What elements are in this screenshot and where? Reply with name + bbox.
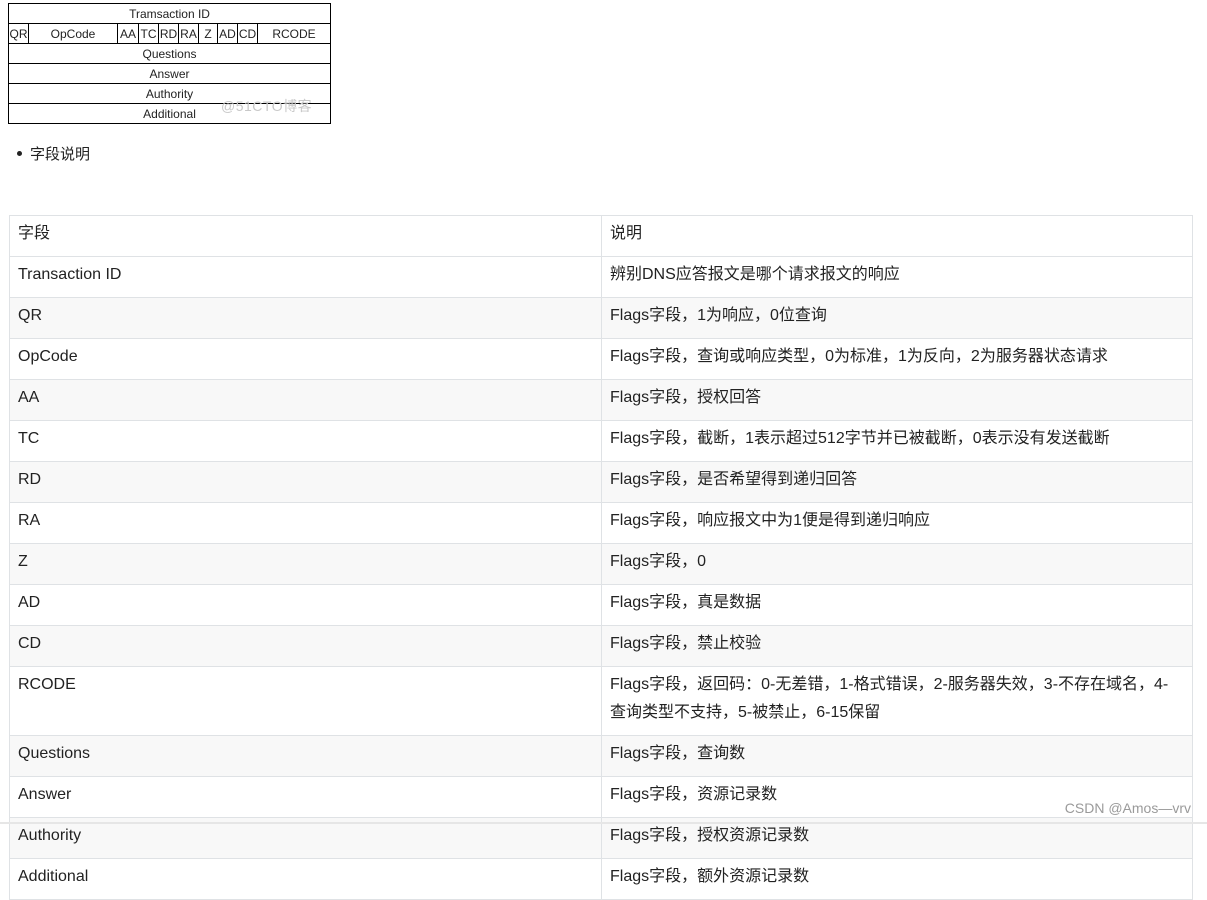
table-row: Z Flags字段，0 <box>9 543 1193 585</box>
footer-watermark: CSDN @Amos—vrv <box>1064 800 1191 816</box>
table-cell-field: AD <box>9 584 602 626</box>
table-header-desc: 说明 <box>601 215 1193 257</box>
table-cell-desc: Flags字段，真是数据 <box>601 584 1193 626</box>
table-cell-field: Questions <box>9 735 602 777</box>
table-cell-field: RD <box>9 461 602 503</box>
bullet-dot-icon <box>17 150 22 156</box>
table-cell-field: RA <box>9 502 602 544</box>
table-row: Additional Flags字段，额外资源记录数 <box>9 858 1193 900</box>
table-cell-field: CD <box>9 625 602 667</box>
table-cell-field: RCODE <box>9 666 602 736</box>
diagram-flag-rd: RD <box>158 23 179 44</box>
diagram-transaction-id: Tramsaction ID <box>7 3 332 24</box>
table-row: TC Flags字段，截断，1表示超过512字节并已被截断，0表示没有发送截断 <box>9 420 1193 462</box>
table-row: AD Flags字段，真是数据 <box>9 584 1193 626</box>
diagram-questions: Questions <box>7 43 332 64</box>
table-cell-desc: Flags字段，查询或响应类型，0为标准，1为反向，2为服务器状态请求 <box>601 338 1193 380</box>
table-row: RA Flags字段，响应报文中为1便是得到递归响应 <box>9 502 1193 544</box>
table-row: RCODE Flags字段，返回码：0-无差错，1-格式错误，2-服务器失效，3… <box>9 666 1193 736</box>
table-row: Answer Flags字段，资源记录数 <box>9 776 1193 818</box>
table-cell-desc: Flags字段，返回码：0-无差错，1-格式错误，2-服务器失效，3-不存在域名… <box>601 666 1193 736</box>
table-header-row: 字段 说明 <box>9 215 1193 257</box>
diagram-flag-ad: AD <box>217 23 238 44</box>
diagram-flag-ra: RA <box>178 23 199 44</box>
table-row: AA Flags字段，授权回答 <box>9 379 1193 421</box>
table-cell-field: Transaction ID <box>9 256 602 298</box>
diagram-flag-opcode: OpCode <box>28 23 118 44</box>
table-cell-desc: Flags字段，1为响应，0位查询 <box>601 297 1193 339</box>
table-row: Transaction ID 辨别DNS应答报文是哪个请求报文的响应 <box>9 256 1193 298</box>
table-cell-field: AA <box>9 379 602 421</box>
table-cell-field: Z <box>9 543 602 585</box>
table-row: Questions Flags字段，查询数 <box>9 735 1193 777</box>
table-cell-desc: Flags字段，额外资源记录数 <box>601 858 1193 900</box>
table-row: CD Flags字段，禁止校验 <box>9 625 1193 667</box>
table-cell-desc: 辨别DNS应答报文是哪个请求报文的响应 <box>601 256 1193 298</box>
table-cell-field: Answer <box>9 776 602 818</box>
diagram-flags-row: QR OpCode AA TC RD RA Z AD CD RCODE <box>8 23 332 44</box>
diagram-flag-tc: TC <box>138 23 159 44</box>
table-cell-desc: Flags字段，查询数 <box>601 735 1193 777</box>
table-cell-desc: Flags字段，禁止校验 <box>601 625 1193 667</box>
table-cell-field: TC <box>9 420 602 462</box>
table-cell-field: OpCode <box>9 338 602 380</box>
diagram-flag-z: Z <box>198 23 218 44</box>
table-row: RD Flags字段，是否希望得到递归回答 <box>9 461 1193 503</box>
field-description-table: 字段 说明 Transaction ID 辨别DNS应答报文是哪个请求报文的响应… <box>9 215 1193 900</box>
table-cell-desc: Flags字段，授权回答 <box>601 379 1193 421</box>
diagram-answer: Answer <box>7 63 332 84</box>
table-header-field: 字段 <box>9 215 602 257</box>
diagram-watermark: @51CTO博客 <box>221 98 313 114</box>
table-cell-desc: Flags字段，是否希望得到递归回答 <box>601 461 1193 503</box>
diagram-flag-qr: QR <box>8 23 29 44</box>
diagram-flag-rcode: RCODE <box>256 23 332 44</box>
table-cell-desc: Flags字段，响应报文中为1便是得到递归响应 <box>601 502 1193 544</box>
diagram-flag-aa: AA <box>117 23 139 44</box>
section-bullet: 字段说明 <box>17 143 90 164</box>
table-cell-desc: Flags字段，截断，1表示超过512字节并已被截断，0表示没有发送截断 <box>601 420 1193 462</box>
table-row: QR Flags字段，1为响应，0位查询 <box>9 297 1193 339</box>
bullet-text: 字段说明 <box>30 146 91 163</box>
diagram-flag-cd: CD <box>237 23 258 44</box>
table-row: OpCode Flags字段，查询或响应类型，0为标准，1为反向，2为服务器状态… <box>9 338 1193 380</box>
table-cell-desc: Flags字段，0 <box>601 543 1193 585</box>
table-cell-field: QR <box>9 297 602 339</box>
table-cell-field: Additional <box>9 858 602 900</box>
